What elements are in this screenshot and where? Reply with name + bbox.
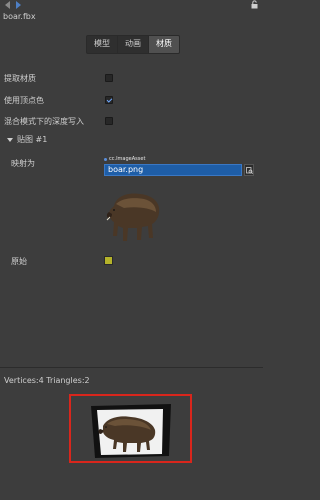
- divider: [0, 367, 263, 368]
- extract-material-checkbox[interactable]: [105, 74, 113, 82]
- depth-write-checkbox[interactable]: [105, 117, 113, 125]
- original-color-swatch[interactable]: [104, 256, 113, 265]
- asset-type-tag: cc.ImageAsset: [104, 156, 145, 162]
- image-asset-field[interactable]: boar.png: [104, 164, 242, 176]
- back-button[interactable]: [2, 0, 12, 10]
- asset-type-icon: [104, 157, 107, 161]
- forward-button[interactable]: [13, 0, 23, 10]
- mesh-preview[interactable]: [69, 394, 192, 463]
- tab-animation[interactable]: 动画: [118, 36, 149, 53]
- picker-icon: [245, 166, 253, 174]
- lock-icon[interactable]: [250, 0, 259, 9]
- map-as-label: 映射为: [11, 159, 35, 168]
- asset-picker-button[interactable]: [244, 164, 254, 176]
- mesh-stats: Vertices:4 Triangles:2: [4, 376, 90, 385]
- arrow-left-icon: [4, 1, 10, 9]
- tab-bar: 模型 动画 材质: [86, 35, 180, 54]
- texture-section-title: 贴图 #1: [17, 135, 48, 144]
- extract-material-label: 提取材质: [4, 74, 36, 83]
- arrow-right-icon: [15, 1, 21, 9]
- tab-model[interactable]: 模型: [87, 36, 118, 53]
- original-label: 原始: [11, 257, 27, 266]
- chevron-down-icon: [7, 137, 13, 142]
- vertex-color-label: 使用顶点色: [4, 96, 44, 105]
- asset-type-label: cc.ImageAsset: [109, 156, 146, 162]
- depth-write-label: 混合模式下的深度写入: [4, 117, 84, 126]
- texture-section-header[interactable]: 贴图 #1: [7, 134, 47, 145]
- texture-thumbnail: [106, 186, 162, 244]
- asset-title: boar.fbx: [3, 12, 36, 21]
- vertex-color-checkbox[interactable]: [105, 96, 113, 104]
- tab-material[interactable]: 材质: [149, 36, 179, 53]
